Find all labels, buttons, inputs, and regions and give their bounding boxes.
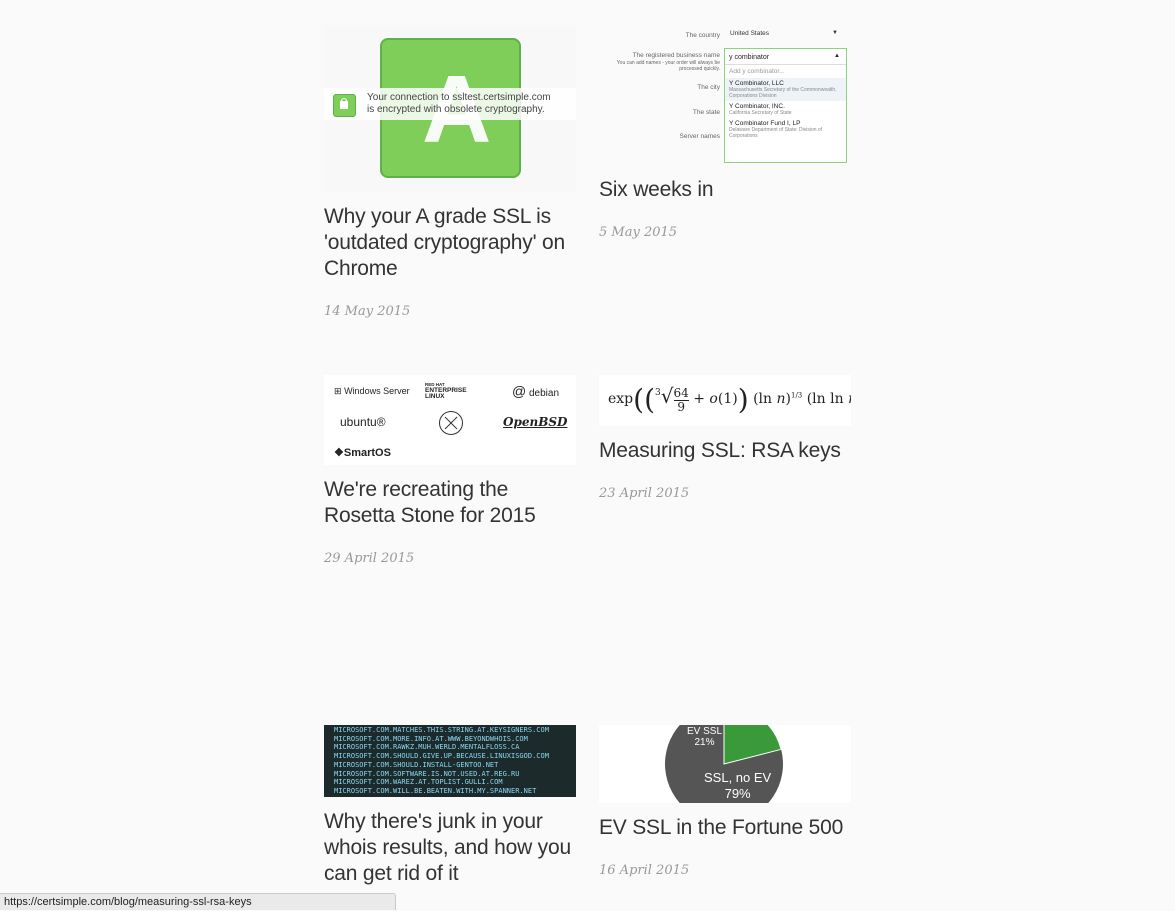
debian-swirl-icon: @ <box>512 383 527 399</box>
windows-server-logo: ⊞ Windows Server <box>334 386 410 396</box>
chevron-down-icon: ▼ <box>832 30 838 36</box>
post-thumbnail[interactable]: ⊞ Windows Server RED HAT ENTERPRISE LINU… <box>324 375 576 465</box>
post-title[interactable]: Six weeks in <box>599 177 851 203</box>
post-thumbnail[interactable]: A Your connection to ssltest.certsimple.… <box>324 25 576 192</box>
whois-terminal: MICROSOFT.COM.MATCHES.THIS.STRING.AT.KEY… <box>334 726 549 795</box>
connection-message: Your connection to ssltest.certsimple.co… <box>367 92 551 115</box>
post-date: 23 April 2015 <box>599 486 690 501</box>
chevron-up-icon: ▲ <box>834 53 840 59</box>
post-card[interactable]: The country United States ▼ The register… <box>599 25 851 240</box>
post-card[interactable]: exp((3√649 + o(1)) (ln n)1/3 (ln ln n)2/… <box>599 375 851 501</box>
post-title[interactable]: Measuring SSL: RSA keys <box>599 438 851 464</box>
post-thumbnail[interactable]: exp((3√649 + o(1)) (ln n)1/3 (ln ln n)2/… <box>599 375 851 426</box>
business-name-dropdown: y combinator ▲ Add y combinator... Y Com… <box>724 48 847 163</box>
country-select: United States ▼ <box>730 30 838 37</box>
post-card[interactable]: ⊞ Windows Server RED HAT ENTERPRISE LINU… <box>324 375 576 566</box>
post-thumbnail[interactable]: The country United States ▼ The register… <box>599 25 851 165</box>
dropdown-option: Y Combinator, LLC Massachusetts Secretar… <box>725 78 846 101</box>
post-title[interactable]: Why there's junk in your whois results, … <box>324 809 576 887</box>
smartos-logo: ❖SmartOS <box>334 447 391 459</box>
rsa-complexity-formula: exp((3√649 + o(1)) (ln n)1/3 (ln ln n)2/… <box>608 383 851 416</box>
post-date: 16 April 2015 <box>599 863 690 878</box>
lock-icon <box>333 94 356 117</box>
status-bar-url: https://certsimple.com/blog/measuring-ss… <box>0 893 396 910</box>
post-card[interactable]: EV SSL 21% SSL, no EV 79% EV SSL in the … <box>599 725 851 878</box>
post-card[interactable]: MICROSOFT.COM.MATCHES.THIS.STRING.AT.KEY… <box>324 725 576 887</box>
x-logo-icon <box>439 411 463 435</box>
dropdown-option: Y Combinator Fund I, LP Delaware Departm… <box>729 120 823 139</box>
debian-logo: @ debian <box>512 383 560 399</box>
dropdown-option: Y Combinator, INC. California Secretary … <box>729 103 792 116</box>
post-date: 14 May 2015 <box>324 304 411 319</box>
post-date: 5 May 2015 <box>599 225 678 240</box>
post-thumbnail[interactable]: EV SSL 21% SSL, no EV 79% <box>599 725 851 803</box>
pie-label-no-ev: SSL, no EV 79% <box>704 770 772 801</box>
openbsd-logo: OpenBSD <box>503 415 568 429</box>
redhat-logo: RED HAT ENTERPRISE LINUX <box>425 382 467 400</box>
post-title[interactable]: Why your A grade SSL is 'outdated crypto… <box>324 204 576 282</box>
post-date: 29 April 2015 <box>324 551 415 566</box>
smartos-icon: ❖ <box>334 447 344 459</box>
windows-icon: ⊞ <box>334 386 342 396</box>
post-title[interactable]: EV SSL in the Fortune 500 <box>599 815 851 841</box>
business-search-input: y combinator ▲ <box>725 49 846 65</box>
post-card[interactable]: A Your connection to ssltest.certsimple.… <box>324 25 576 319</box>
ubuntu-logo: ubuntu® <box>340 415 386 429</box>
post-title[interactable]: We're recreating the Rosetta Stone for 2… <box>324 477 576 529</box>
pie-label-ev: EV SSL 21% <box>687 726 723 748</box>
post-thumbnail[interactable]: MICROSOFT.COM.MATCHES.THIS.STRING.AT.KEY… <box>324 725 576 797</box>
